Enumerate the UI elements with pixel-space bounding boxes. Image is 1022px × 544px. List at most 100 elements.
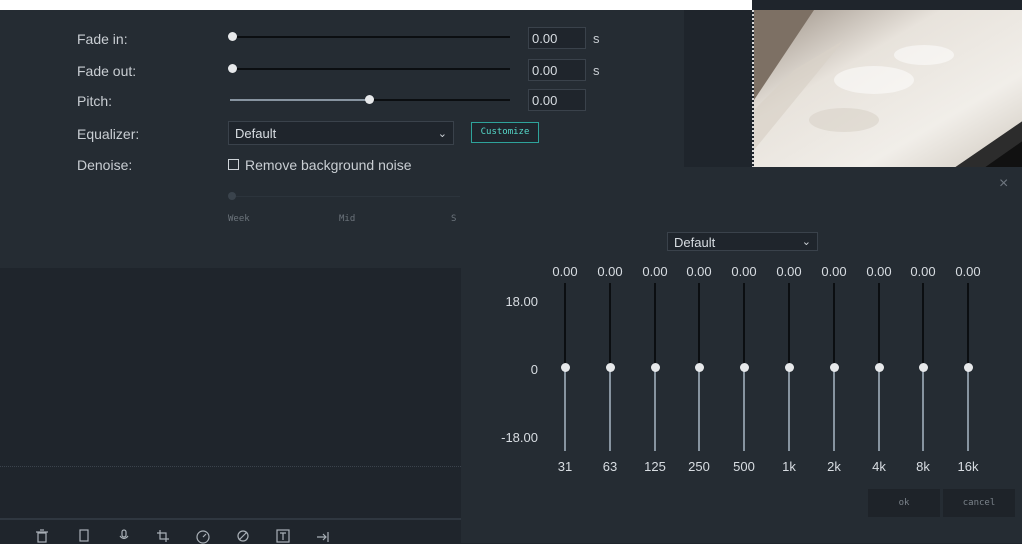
- eq-band-slider-track[interactable]: [609, 367, 611, 451]
- denoise-level-slider[interactable]: [230, 196, 460, 197]
- eq-band-knob[interactable]: [785, 363, 794, 372]
- eq-band-gain: 0.00: [552, 264, 578, 279]
- bottom-toolbar: [0, 518, 461, 544]
- fade-in-unit: s: [593, 31, 600, 46]
- eq-band-knob[interactable]: [606, 363, 615, 372]
- customize-button[interactable]: Customize: [471, 122, 539, 143]
- denoise-level-week: Week: [228, 214, 250, 224]
- fade-in-label: Fade in:: [77, 31, 128, 47]
- eq-band-slider-track[interactable]: [564, 367, 566, 451]
- pitch-slider-knob[interactable]: [365, 95, 374, 104]
- eq-band-frequency: 500: [733, 459, 755, 474]
- fade-out-slider-knob[interactable]: [228, 64, 237, 73]
- eq-preset-selected: Default: [674, 235, 716, 250]
- eq-band-gain: 0.00: [821, 264, 847, 279]
- snow-mountain-image: [754, 10, 1022, 168]
- timeline-divider: [0, 466, 461, 467]
- eq-band-frequency: 4k: [872, 459, 886, 474]
- eq-band-gain: 0.00: [686, 264, 712, 279]
- pitch-label: Pitch:: [77, 93, 113, 109]
- eq-band-frequency: 16k: [957, 459, 979, 474]
- eq-band-frequency: 125: [644, 459, 666, 474]
- eq-band-slider-track[interactable]: [788, 367, 790, 451]
- eq-band-slider[interactable]: [609, 283, 611, 367]
- fade-out-value-field[interactable]: 0.00: [528, 59, 586, 81]
- eq-db-max-label: 18.00: [505, 294, 538, 309]
- crop-icon[interactable]: [156, 529, 170, 543]
- equalizer-dialog: × Default ⌄ 18.00 0 -18.00 0.00 31 0.00 63 0…: [461, 167, 1022, 543]
- eq-band-knob[interactable]: [875, 363, 884, 372]
- denoise-checkbox[interactable]: [228, 159, 239, 170]
- eq-band-knob[interactable]: [695, 363, 704, 372]
- eq-band-slider[interactable]: [967, 283, 969, 367]
- eq-band-slider-track[interactable]: [922, 367, 924, 451]
- fade-out-label: Fade out:: [77, 63, 137, 79]
- denoise-level-mid: Mid: [339, 214, 356, 224]
- eq-band-slider[interactable]: [833, 283, 835, 367]
- eq-band-knob[interactable]: [651, 363, 660, 372]
- eq-band-frequency: 250: [688, 459, 710, 474]
- color-icon[interactable]: [236, 529, 250, 543]
- fade-out-slider[interactable]: [230, 68, 510, 70]
- close-icon[interactable]: ×: [999, 175, 1008, 193]
- equalizer-label: Equalizer:: [77, 126, 140, 142]
- eq-band-knob[interactable]: [740, 363, 749, 372]
- eq-band-gain: 0.00: [731, 264, 757, 279]
- export-icon[interactable]: [316, 530, 330, 544]
- equalizer-selected: Default: [235, 126, 277, 141]
- eq-band-slider[interactable]: [743, 283, 745, 367]
- text-icon[interactable]: [276, 529, 290, 543]
- pitch-slider[interactable]: [370, 99, 510, 101]
- eq-band-gain: 0.00: [866, 264, 892, 279]
- eq-band-slider-track[interactable]: [833, 367, 835, 451]
- eq-db-min-label: -18.00: [501, 430, 538, 445]
- chevron-down-icon: ⌄: [437, 128, 447, 140]
- eq-band-slider-track[interactable]: [654, 367, 656, 451]
- eq-band-gain: 0.00: [955, 264, 981, 279]
- eq-band-slider[interactable]: [878, 283, 880, 367]
- eq-band-knob[interactable]: [830, 363, 839, 372]
- speed-icon[interactable]: [196, 530, 210, 544]
- crop-frame-icon[interactable]: [77, 529, 91, 543]
- eq-band-knob[interactable]: [919, 363, 928, 372]
- eq-band-frequency: 63: [602, 459, 618, 474]
- eq-band-frequency: 2k: [827, 459, 841, 474]
- eq-band-frequency: 8k: [916, 459, 930, 474]
- eq-band-gain: 0.00: [642, 264, 668, 279]
- denoise-checkbox-label: Remove background noise: [245, 157, 412, 173]
- eq-band-gain: 0.00: [776, 264, 802, 279]
- eq-band-gain: 0.00: [597, 264, 623, 279]
- eq-preset-dropdown[interactable]: Default ⌄: [667, 232, 818, 251]
- video-preview: [752, 10, 1022, 168]
- microphone-icon[interactable]: [117, 529, 131, 543]
- equalizer-dropdown[interactable]: Default ⌄: [228, 121, 454, 145]
- ok-button[interactable]: ok: [868, 489, 940, 517]
- denoise-label: Denoise:: [77, 157, 133, 173]
- trash-icon[interactable]: [35, 529, 49, 543]
- eq-band-slider[interactable]: [698, 283, 700, 367]
- eq-band-knob[interactable]: [561, 363, 570, 372]
- pitch-value-field[interactable]: 0.00: [528, 89, 586, 111]
- pitch-slider-filled[interactable]: [230, 99, 370, 101]
- cancel-button[interactable]: cancel: [943, 489, 1015, 517]
- eq-band-slider[interactable]: [788, 283, 790, 367]
- eq-band-slider-track[interactable]: [878, 367, 880, 451]
- fade-in-slider-knob[interactable]: [228, 32, 237, 41]
- eq-band-frequency: 1k: [782, 459, 796, 474]
- eq-band-slider[interactable]: [564, 283, 566, 367]
- fade-in-value-field[interactable]: 0.00: [528, 27, 586, 49]
- eq-db-zero-label: 0: [530, 362, 538, 377]
- eq-band-slider-track[interactable]: [967, 367, 969, 451]
- denoise-level-knob[interactable]: [228, 192, 236, 200]
- eq-band-slider[interactable]: [654, 283, 656, 367]
- eq-band-slider-track[interactable]: [743, 367, 745, 451]
- eq-band-frequency: 31: [557, 459, 573, 474]
- top-strip: [0, 0, 752, 10]
- eq-band-gain: 0.00: [910, 264, 936, 279]
- fade-in-slider[interactable]: [230, 36, 510, 38]
- eq-band-knob[interactable]: [964, 363, 973, 372]
- eq-band-slider[interactable]: [922, 283, 924, 367]
- eq-band-slider-track[interactable]: [698, 367, 700, 451]
- fade-out-unit: s: [593, 63, 600, 78]
- denoise-level-strong: S: [451, 214, 457, 224]
